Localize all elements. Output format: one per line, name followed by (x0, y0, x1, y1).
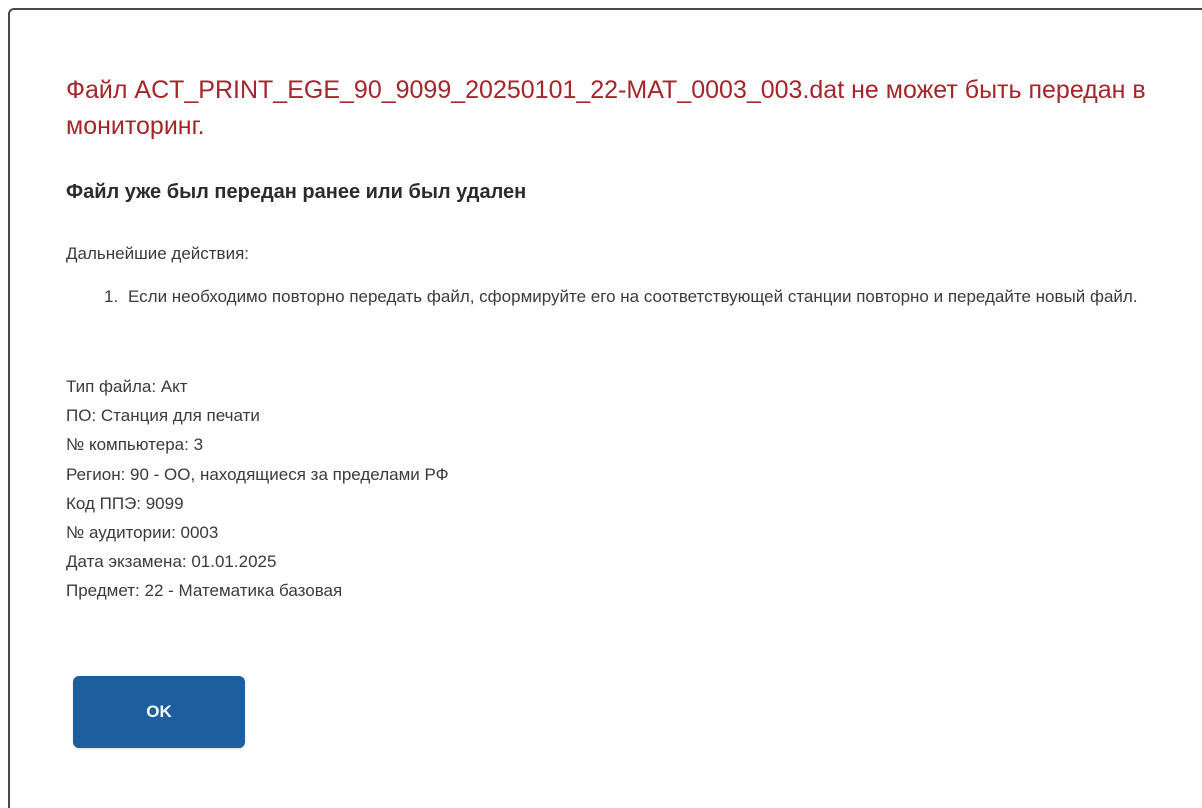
file-type: Тип файла: Акт (66, 377, 188, 396)
computer-number: № компьютера: 3 (66, 435, 204, 455)
error-dialog: Файл ACT_PRINT_EGE_90_9099_20250101_22-M… (8, 8, 1202, 808)
step-number: 1. (104, 287, 119, 306)
list-item: 1. Если необходимо повторно передать фай… (66, 281, 1176, 312)
subject: Предмет: 22 - Математика базовая (66, 581, 343, 601)
file-details: Тип файла: Акт ПО: Станция для печати № … (66, 372, 449, 606)
ok-button[interactable]: OK (73, 676, 245, 748)
next-actions-list: 1. Если необходимо повторно передать фай… (66, 281, 1176, 312)
ppe-code: Код ППЭ: 9099 (66, 493, 184, 513)
next-actions-label: Дальнейшие действия: (66, 244, 250, 263)
dialog-subtitle: Файл уже был передан ранее или был удале… (66, 181, 527, 203)
background-strip (0, 0, 1202, 8)
software: ПО: Станция для печати (66, 406, 260, 426)
exam-date: Дата экзамена: 01.01.2025 (66, 552, 277, 572)
step-text: Если необходимо повторно передать файл, … (128, 287, 1138, 306)
dialog-title: Файл ACT_PRINT_EGE_90_9099_20250101_22-M… (66, 76, 1146, 140)
region: Регион: 90 - ОО, находящиеся за пределам… (66, 464, 449, 484)
room-number: № аудитории: 0003 (66, 523, 219, 543)
